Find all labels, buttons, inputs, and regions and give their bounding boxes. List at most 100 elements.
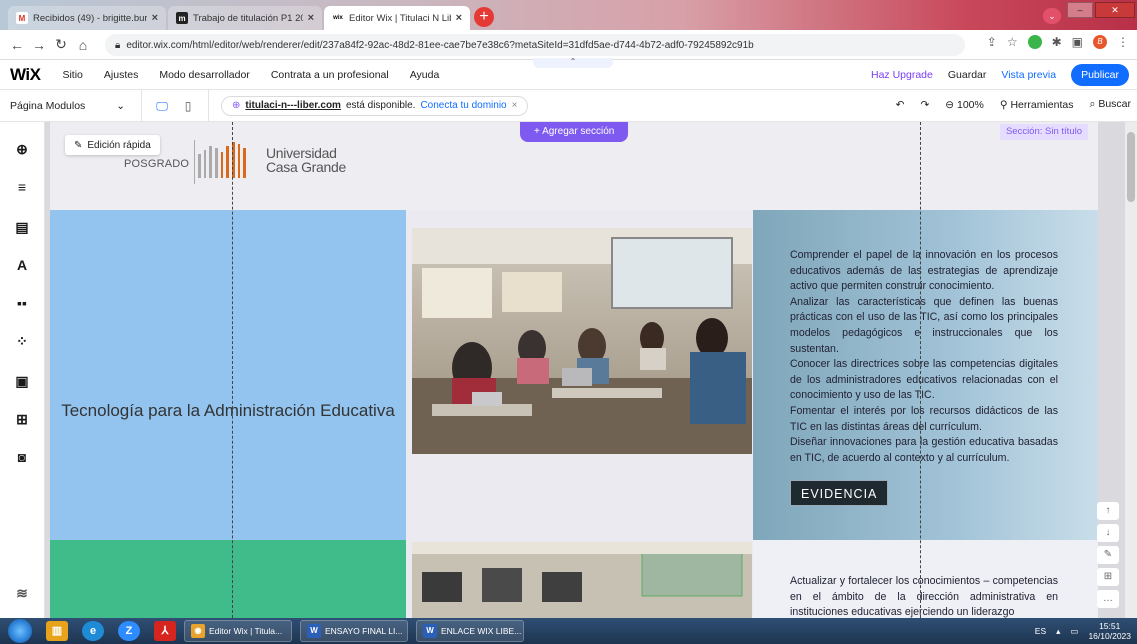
explorer-icon[interactable]: ▥: [46, 621, 68, 641]
clock-time: 15:51: [1099, 621, 1121, 631]
wix-logo[interactable]: WiX: [10, 65, 41, 85]
preview-button[interactable]: Vista previa: [1001, 69, 1056, 81]
zoom-icon[interactable]: Z: [118, 621, 140, 641]
pencil-icon[interactable]: ✎: [1097, 546, 1119, 564]
floating-tools: ↑ ↓ ✎ ⊞ …: [1097, 502, 1119, 608]
desktop-icon[interactable]: 🖵︎: [154, 99, 170, 113]
tools-button[interactable]: ⚲ Herramientas: [1000, 99, 1074, 111]
title-block[interactable]: Tecnología para la Administración Educat…: [50, 210, 406, 540]
task-chrome[interactable]: ◉ Editor Wix | Titula...: [184, 620, 292, 642]
language-indicator[interactable]: ES: [1035, 626, 1046, 636]
task-word-ensayo[interactable]: W ENSAYO FINAL LI...: [300, 620, 408, 642]
upgrade-button[interactable]: Haz Upgrade: [871, 69, 933, 81]
system-tray: ES ▴ ▭ 15:51 16/10/2023: [1035, 621, 1131, 641]
puzzle-icon[interactable]: ✱: [1052, 35, 1062, 49]
guide-line-left: [232, 122, 233, 618]
connect-domain-link[interactable]: Conecta tu dominio: [420, 100, 506, 111]
home-icon[interactable]: ⌂: [72, 37, 94, 53]
second-text[interactable]: Actualizar y fortalecer los conocimiento…: [790, 574, 1058, 618]
wix-top-bar: ⌃ WiX Sitio Ajustes Modo desarrollador C…: [0, 58, 1137, 90]
mobile-icon[interactable]: ▯: [180, 99, 196, 113]
reload-icon[interactable]: ↻: [50, 36, 72, 53]
apps-icon[interactable]: ▪▪: [12, 294, 32, 312]
network-icon[interactable]: ▭: [1070, 626, 1078, 637]
arrow-up-icon[interactable]: ↑: [1097, 502, 1119, 520]
second-text-panel[interactable]: Actualizar y fortalecer los conocimiento…: [753, 540, 1098, 618]
evidencia-button[interactable]: EVIDENCIA: [790, 480, 889, 506]
section-label[interactable]: Sección: Sin título: [999, 124, 1088, 140]
new-tab-button[interactable]: +: [474, 7, 494, 27]
redo-icon[interactable]: ↷: [920, 99, 929, 111]
chevron-down-icon[interactable]: ⌄: [1043, 8, 1061, 24]
grid-icon[interactable]: ⊞: [1097, 568, 1119, 586]
menu-modo-desarrollador[interactable]: Modo desarrollador: [159, 69, 249, 81]
edge-icon[interactable]: e: [82, 621, 104, 641]
tab-title: Trabajo de titulación P1 2022: En: [193, 12, 303, 24]
portfolio-icon[interactable]: ◙: [12, 448, 32, 466]
minimize-icon[interactable]: –: [1067, 2, 1093, 18]
search-button[interactable]: ⌕ Buscar: [1090, 98, 1132, 111]
business-apps-icon[interactable]: ⁘: [12, 332, 32, 350]
more-icon[interactable]: …: [1097, 590, 1119, 608]
save-button[interactable]: Guardar: [948, 69, 987, 81]
zoom-control[interactable]: ⊖ 100%: [945, 99, 984, 111]
close-icon[interactable]: ×: [512, 100, 518, 111]
forward-icon[interactable]: →: [28, 37, 50, 53]
logo-divider: [194, 140, 195, 184]
globe-icon: ⊕: [232, 100, 241, 111]
task-word-enlace[interactable]: W ENLACE WIX LIBE...: [416, 620, 524, 642]
tab-trabajo[interactable]: m Trabajo de titulación P1 2022: En ×: [168, 6, 322, 30]
share-icon[interactable]: ⇪: [987, 35, 997, 49]
extension-icon[interactable]: [1027, 35, 1042, 49]
sidepanel-icon[interactable]: ▣: [1072, 35, 1083, 49]
wix-icon: wix: [332, 12, 344, 24]
start-button[interactable]: [8, 619, 32, 643]
menu-contrata[interactable]: Contrata a un profesional: [271, 69, 389, 81]
url-bar[interactable]: 🔒︎ editor.wix.com/html/editor/web/render…: [105, 34, 965, 56]
tab-wix-editor[interactable]: wix Editor Wix | Titulaci N Liber ×: [324, 6, 470, 30]
menu-icon[interactable]: ⋮: [1117, 35, 1129, 49]
block-title[interactable]: Tecnología para la Administración Educat…: [50, 400, 406, 422]
close-window-icon[interactable]: ✕: [1095, 2, 1135, 18]
gmail-icon: M: [16, 12, 28, 24]
word-icon: W: [423, 624, 437, 638]
university-name: Universidad Casa Grande: [266, 146, 346, 174]
publish-button[interactable]: Publicar: [1071, 64, 1129, 86]
add-element-icon[interactable]: ⊕: [12, 140, 32, 158]
search-label: Buscar: [1098, 98, 1131, 110]
collapse-icon[interactable]: ⌃: [533, 58, 613, 68]
objectives-panel[interactable]: Comprender el papel de la innovación en …: [753, 210, 1098, 540]
avatar[interactable]: B: [1093, 35, 1107, 49]
computer-lab-photo[interactable]: [412, 542, 752, 618]
canvas-scrollbar[interactable]: [1125, 122, 1137, 618]
add-section-button[interactable]: + Agregar sección: [520, 122, 629, 142]
back-icon[interactable]: ←: [6, 37, 28, 53]
arrow-down-icon[interactable]: ↓: [1097, 524, 1119, 542]
menu-ayuda[interactable]: Ayuda: [410, 69, 440, 81]
layers-icon[interactable]: ≋: [12, 584, 32, 602]
editor-canvas[interactable]: POSGRADO Universidad Casa Grande ✎ Edici…: [45, 122, 1137, 618]
objectives-text[interactable]: Comprender el papel de la innovación en …: [790, 248, 1058, 466]
media-icon[interactable]: ▣: [12, 372, 32, 390]
close-icon[interactable]: ×: [308, 12, 314, 24]
pdf-icon[interactable]: ⅄: [154, 621, 176, 641]
menu-sitio[interactable]: Sitio: [62, 69, 82, 81]
green-block[interactable]: [50, 540, 406, 618]
page-selector[interactable]: Página Modulos ⌄: [10, 89, 142, 122]
close-icon[interactable]: ×: [152, 12, 158, 24]
theme-icon[interactable]: A: [12, 256, 32, 274]
clock[interactable]: 15:51 16/10/2023: [1088, 621, 1131, 641]
menu-ajustes[interactable]: Ajustes: [104, 69, 138, 81]
scrollbar-thumb[interactable]: [1127, 132, 1135, 202]
star-icon[interactable]: ☆: [1007, 35, 1018, 49]
classroom-photo[interactable]: [412, 228, 752, 454]
sections-icon[interactable]: ≡: [12, 178, 32, 196]
quick-edit-button[interactable]: ✎ Edición rápida: [65, 135, 160, 155]
close-icon[interactable]: ×: [456, 12, 462, 24]
cms-icon[interactable]: ⊞: [12, 410, 32, 428]
pages-icon[interactable]: ▤: [12, 218, 32, 236]
undo-icon[interactable]: ↶: [896, 99, 905, 111]
chevron-up-icon[interactable]: ▴: [1056, 626, 1060, 637]
tab-gmail[interactable]: M Recibidos (49) - brigitte.burgos@ ×: [8, 6, 166, 30]
university-logo-icon: [198, 142, 247, 178]
